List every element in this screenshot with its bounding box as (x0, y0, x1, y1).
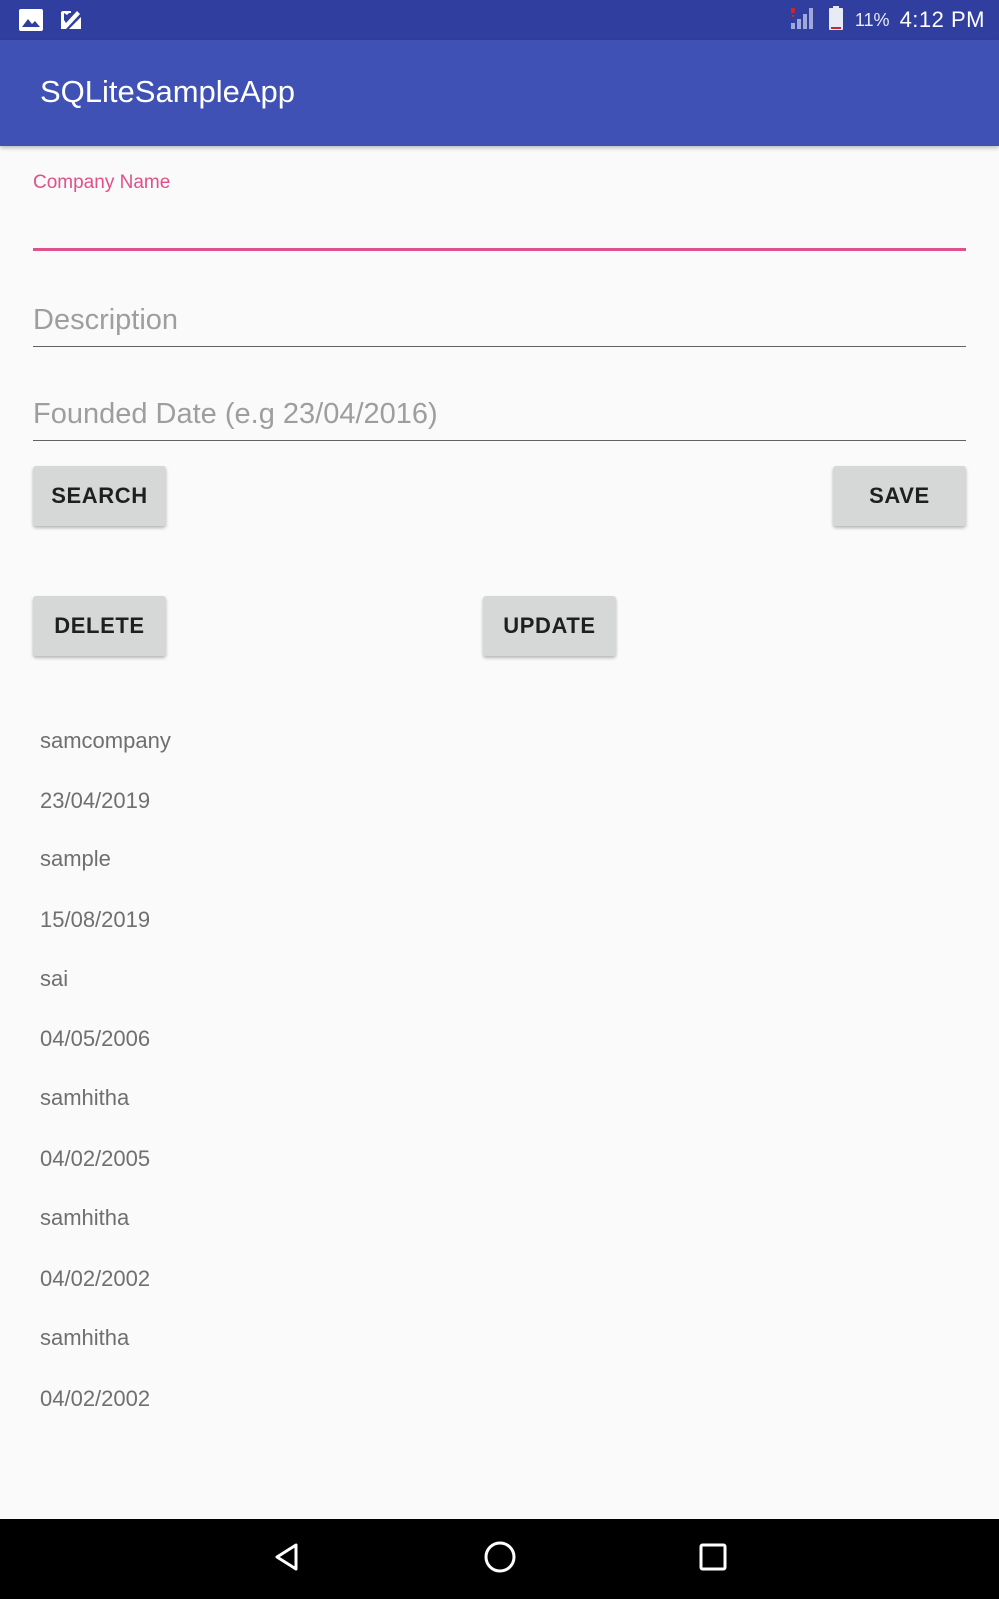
description-field[interactable]: Description (33, 300, 966, 350)
founded-date-field[interactable]: Founded Date (e.g 23/04/2016) (33, 394, 966, 444)
navigation-bar (0, 1519, 999, 1599)
battery-icon (827, 5, 845, 36)
delete-button[interactable]: DELETE (33, 596, 166, 656)
status-bar: 11% 4:12 PM (0, 0, 999, 40)
system-icons: 11% 4:12 PM (789, 4, 985, 36)
list-item: samhitha (40, 1205, 130, 1230)
founded-date-underline (33, 440, 966, 441)
description-underline (33, 346, 966, 347)
company-name-underline (33, 248, 966, 251)
list-item: samhitha (40, 1085, 130, 1110)
list-item: 04/02/2005 (40, 1146, 151, 1171)
recents-icon (697, 1541, 729, 1578)
home-button[interactable] (476, 1535, 524, 1583)
list-item: sai (40, 966, 69, 991)
back-icon (270, 1540, 304, 1579)
company-name-field[interactable]: Company Name (33, 172, 966, 256)
app-bar: SQLiteSampleApp (0, 40, 999, 146)
signal-icon (789, 5, 817, 36)
description-placeholder: Description (33, 304, 179, 336)
checklist-icon (58, 8, 84, 37)
update-button[interactable]: UPDATE (483, 596, 616, 656)
founded-date-placeholder: Founded Date (e.g 23/04/2016) (33, 398, 438, 430)
recents-button[interactable] (689, 1535, 737, 1583)
list-item: 04/02/2002 (40, 1386, 151, 1411)
notification-icons (18, 8, 84, 37)
back-button[interactable] (263, 1535, 311, 1583)
company-name-label: Company Name (33, 172, 171, 193)
list-item: samhitha (40, 1325, 130, 1350)
search-button[interactable]: SEARCH (33, 466, 166, 526)
list-item: 23/04/2019 (40, 788, 151, 813)
list-item: 04/02/2002 (40, 1266, 151, 1291)
battery-percent: 11% (854, 9, 890, 30)
list-item: sample (40, 846, 111, 871)
list-item: samcompany (40, 728, 171, 753)
home-icon (482, 1539, 518, 1580)
company-list: samcompany 23/04/2019 sample 15/08/2019 … (40, 728, 940, 1426)
save-button[interactable]: SAVE (833, 466, 966, 526)
status-time: 4:12 PM (899, 7, 985, 32)
list-item: 15/08/2019 (40, 907, 151, 932)
app-title: SQLiteSampleApp (40, 74, 296, 109)
list-item: 04/05/2006 (40, 1026, 151, 1051)
image-icon (18, 8, 44, 37)
